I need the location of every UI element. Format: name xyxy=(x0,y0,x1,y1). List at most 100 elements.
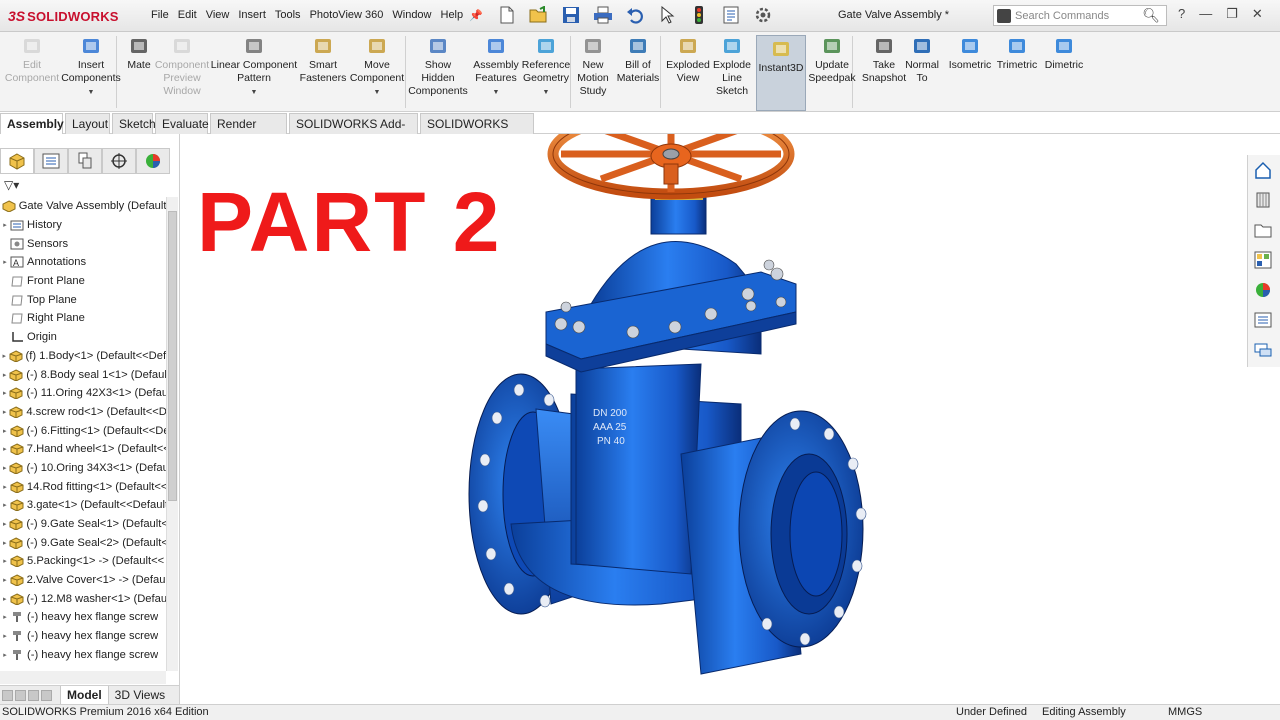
tree-item[interactable]: ▸ (-) heavy hex flange screw xyxy=(0,627,166,646)
tree-item[interactable]: ▸ 7.Hand wheel<1> (Default<< xyxy=(0,440,166,459)
ribbon-button-smart-fasteners[interactable]: Smart Fasteners xyxy=(298,35,348,85)
select-pointer-icon[interactable] xyxy=(654,4,680,26)
tree-item[interactable]: ▸ (-) 11.Oring 42X3<1> (Default xyxy=(0,384,166,403)
menu-help[interactable]: Help xyxy=(441,9,464,21)
tab-solidworks-mbd[interactable]: SOLIDWORKS MBD xyxy=(420,113,534,151)
expand-arrow-icon[interactable]: ▸ xyxy=(0,651,10,659)
tree-item[interactable]: ▸ (-) heavy hex flange screw xyxy=(0,608,166,627)
search-icon[interactable]: 🔍︎ xyxy=(1142,7,1160,24)
solidworks-logo[interactable]: 3S SOLIDWORKS xyxy=(8,6,119,26)
new-document-icon[interactable] xyxy=(494,4,520,26)
ribbon-button-trimetric[interactable]: Trimetric xyxy=(993,35,1041,72)
chevron-down-icon[interactable]: ▼ xyxy=(543,86,550,99)
expand-arrow-icon[interactable]: ▸ xyxy=(0,445,10,453)
ribbon-button-motion-study[interactable]: New Motion Study xyxy=(572,35,614,98)
ribbon-button-dimetric[interactable]: Dimetric xyxy=(1040,35,1088,72)
tree-item[interactable]: ▸ 4.screw rod<1> (Default<<Def xyxy=(0,403,166,422)
pin-menu-icon[interactable]: 📌 xyxy=(469,9,483,22)
menu-window[interactable]: Window xyxy=(392,9,431,21)
options-gear-icon[interactable] xyxy=(750,4,776,26)
tab-render-tools[interactable]: Render Tools xyxy=(210,113,287,151)
ribbon-button-explode-line[interactable]: Explode Line Sketch xyxy=(706,35,758,98)
configuration-manager-tab-icon[interactable] xyxy=(68,148,102,174)
gate-valve-model[interactable]: DN 200 AAA 25 PN 40 xyxy=(181,134,1247,687)
tree-item[interactable]: Origin xyxy=(0,328,166,347)
menu-photoview[interactable]: PhotoView 360 xyxy=(310,9,384,21)
tree-item[interactable]: ▸ (-) 12.M8 washer<1> (Default xyxy=(0,589,166,608)
file-explorer-icon[interactable] xyxy=(1248,215,1278,245)
tree-item[interactable]: ▸ (f) 1.Body<1> (Default<<Default> xyxy=(0,347,166,366)
first-tab-nav-icon[interactable] xyxy=(2,689,13,701)
menu-edit[interactable]: Edit xyxy=(178,9,197,21)
graphics-area[interactable]: PART 2 DN 200 AAA 25 PN 40 xyxy=(181,134,1247,687)
tree-item[interactable]: ▸ 14.Rod fitting<1> (Default<< xyxy=(0,477,166,496)
tree-item[interactable]: Front Plane xyxy=(0,272,166,291)
tree-horizontal-scrollbar[interactable] xyxy=(0,671,166,684)
tab-layout[interactable]: Layout xyxy=(65,113,110,134)
print-icon[interactable] xyxy=(590,4,616,26)
ribbon-button-edit-component[interactable]: Edit Component xyxy=(5,35,59,85)
ribbon-button-isometric[interactable]: Isometric xyxy=(945,35,995,72)
expand-arrow-icon[interactable]: ▸ xyxy=(0,258,10,266)
tree-item[interactable]: Sensors xyxy=(0,234,166,253)
ribbon-button-normal-to[interactable]: Normal To xyxy=(900,35,944,85)
open-document-icon[interactable] xyxy=(526,4,552,26)
display-manager-tab-icon[interactable] xyxy=(136,148,170,174)
ribbon-button-bill-of-materials[interactable]: Bill of Materials xyxy=(614,35,662,85)
scrollbar-thumb[interactable] xyxy=(168,211,177,501)
tree-item[interactable]: ▸ 5.Packing<1> -> (Default<< xyxy=(0,552,166,571)
chevron-down-icon[interactable]: ▼ xyxy=(493,86,500,99)
minimize-icon[interactable]: — xyxy=(1199,6,1212,22)
tab-solidworks-add-ins[interactable]: SOLIDWORKS Add-Ins xyxy=(289,113,418,151)
tree-item[interactable]: ▸ History xyxy=(0,216,166,235)
expand-arrow-icon[interactable]: ▸ xyxy=(0,576,10,584)
last-tab-nav-icon[interactable] xyxy=(41,689,52,701)
dimxpert-manager-tab-icon[interactable] xyxy=(102,148,136,174)
tree-item[interactable]: Right Plane xyxy=(0,309,166,328)
help-icon[interactable]: ? xyxy=(1178,6,1185,22)
expand-arrow-icon[interactable]: ▸ xyxy=(0,427,10,435)
chevron-down-icon[interactable]: ▼ xyxy=(374,86,381,99)
chevron-down-icon[interactable]: ▼ xyxy=(251,86,258,99)
ribbon-button-show-hidden[interactable]: Show Hidden Components xyxy=(407,35,469,98)
view-palette-icon[interactable] xyxy=(1248,245,1278,275)
feature-manager-tab-icon[interactable] xyxy=(0,148,34,174)
tree-root-assembly[interactable]: Gate Valve Assembly (Default<Def xyxy=(0,197,166,216)
menu-tools[interactable]: Tools xyxy=(275,9,301,21)
menu-insert[interactable]: Insert xyxy=(238,9,266,21)
chevron-down-icon[interactable]: ▼ xyxy=(88,86,95,99)
tree-vertical-scrollbar[interactable] xyxy=(166,197,178,671)
search-scope-icon[interactable] xyxy=(997,8,1011,23)
expand-arrow-icon[interactable]: ▸ xyxy=(0,613,10,621)
tree-item[interactable]: ▸ (-) 9.Gate Seal<1> (Default<< xyxy=(0,515,166,534)
menu-file[interactable]: File xyxy=(151,9,169,21)
design-library-icon[interactable] xyxy=(1248,185,1278,215)
tree-item[interactable]: ▸ (-) 6.Fitting<1> (Default<<Def xyxy=(0,421,166,440)
next-tab-nav-icon[interactable] xyxy=(28,689,39,701)
appearances-scenes-icon[interactable] xyxy=(1248,275,1278,305)
solidworks-resources-home-icon[interactable] xyxy=(1248,155,1278,185)
solidworks-forum-icon[interactable] xyxy=(1248,335,1278,365)
restore-icon[interactable]: ❐ xyxy=(1226,6,1238,22)
ribbon-button-insert-components[interactable]: Insert Components ▼ xyxy=(58,35,124,99)
menu-view[interactable]: View xyxy=(206,9,230,21)
expand-arrow-icon[interactable]: ▸ xyxy=(0,352,9,360)
tree-item[interactable]: Top Plane xyxy=(0,290,166,309)
status-units[interactable]: MMGS xyxy=(1168,705,1202,720)
expand-arrow-icon[interactable]: ▸ xyxy=(0,632,10,640)
expand-arrow-icon[interactable]: ▸ xyxy=(0,483,10,491)
file-properties-icon[interactable] xyxy=(718,4,744,26)
ribbon-button-assembly-features[interactable]: Assembly Features ▼ xyxy=(468,35,524,99)
expand-arrow-icon[interactable]: ▸ xyxy=(0,501,10,509)
tree-item[interactable]: ▸ (-) 9.Gate Seal<2> (Default<< xyxy=(0,533,166,552)
custom-properties-icon[interactable] xyxy=(1248,305,1278,335)
tab-3d-views[interactable]: 3D Views xyxy=(109,686,171,705)
tree-item[interactable]: ▸ A Annotations xyxy=(0,253,166,272)
ribbon-button-linear-pattern[interactable]: Linear Component Pattern ▼ xyxy=(208,35,300,99)
expand-arrow-icon[interactable]: ▸ xyxy=(0,539,9,547)
tab-assembly[interactable]: Assembly xyxy=(0,113,64,134)
search-commands-box[interactable]: Search Commands 🔍︎ xyxy=(993,5,1167,26)
ribbon-button-instant3d[interactable]: Instant3D xyxy=(756,35,806,111)
save-icon[interactable] xyxy=(558,4,584,26)
ribbon-button-speedpak[interactable]: Update Speedpak xyxy=(806,35,858,85)
